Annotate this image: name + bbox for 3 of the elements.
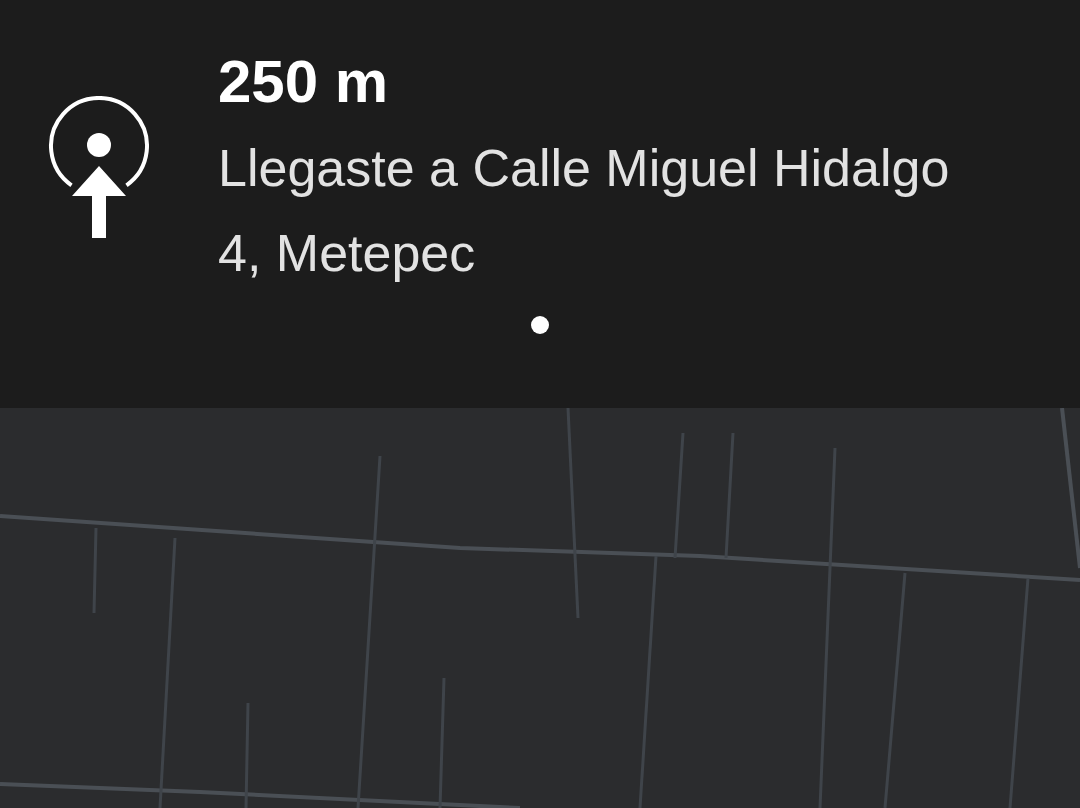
arrival-icon — [48, 96, 150, 240]
instruction-text: Llegaste a Calle Miguel Hidalgo 4, Metepec — [218, 138, 951, 284]
distance-text: 250 m — [218, 47, 390, 117]
